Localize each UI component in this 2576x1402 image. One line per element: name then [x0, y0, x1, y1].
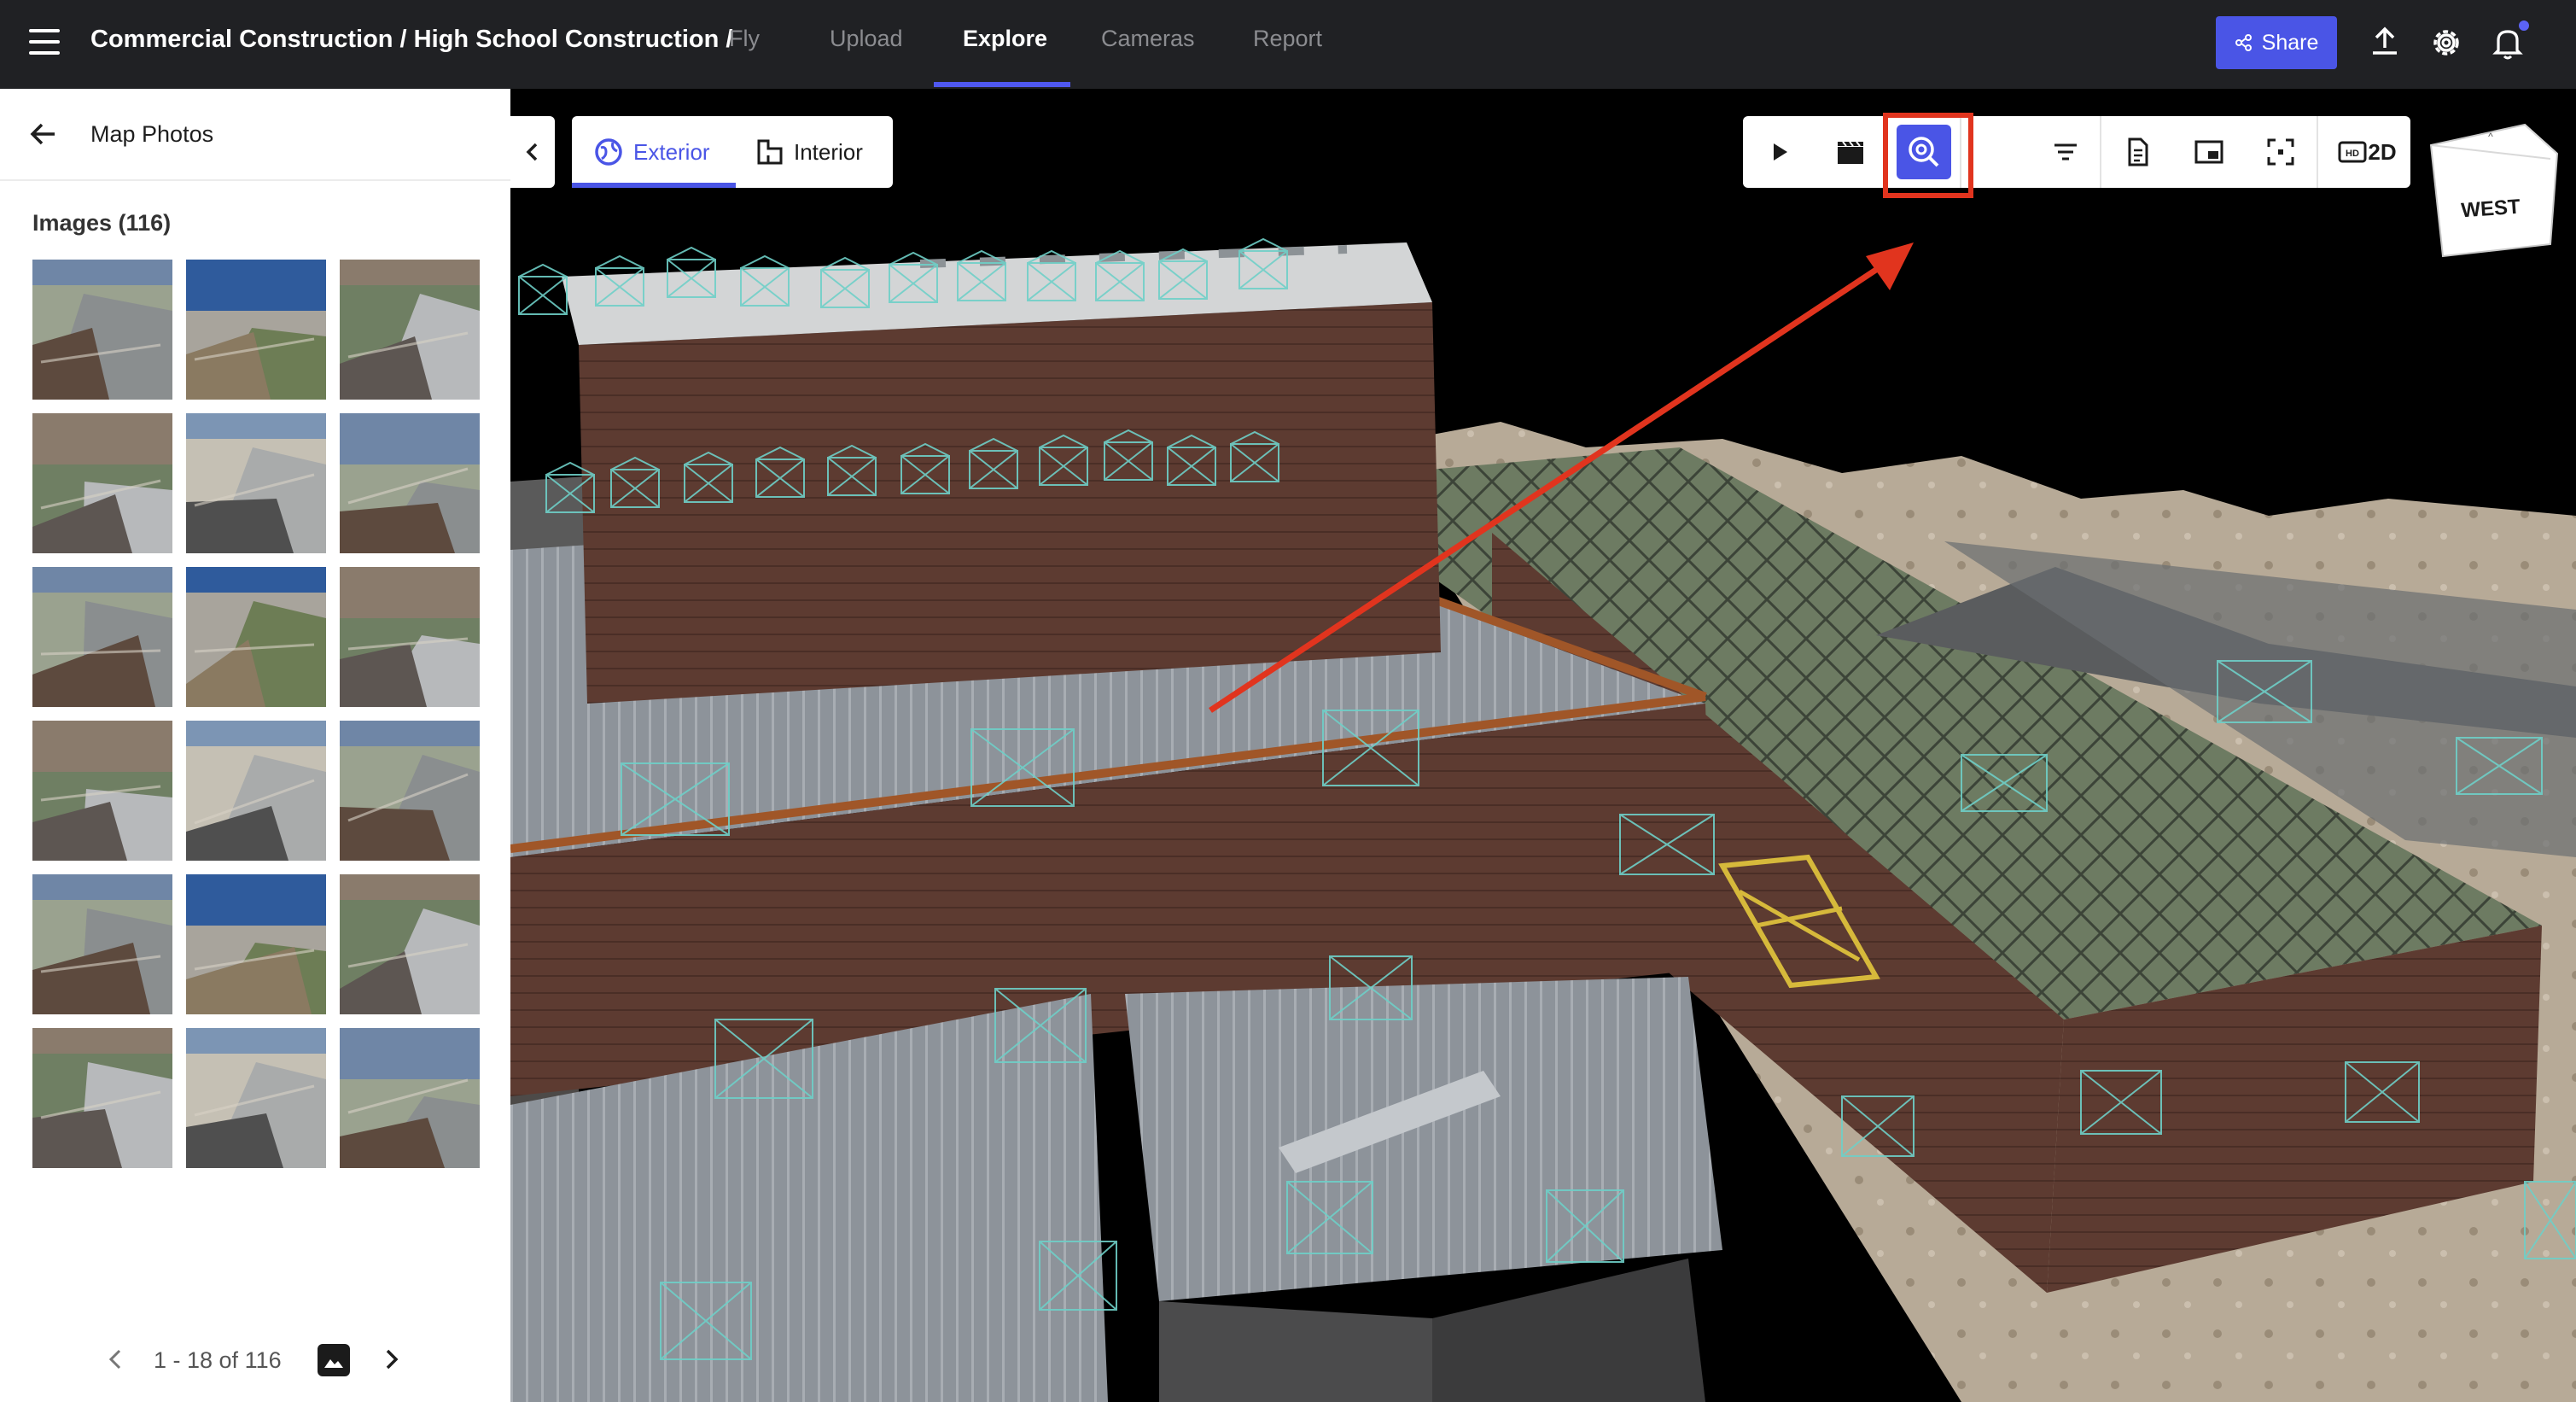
filter-button[interactable] [2030, 116, 2101, 188]
filter-icon [2054, 143, 2077, 161]
photo-thumbnail[interactable] [340, 874, 480, 1014]
site-3d-model[interactable] [510, 89, 2576, 1402]
back-arrow-icon[interactable] [29, 120, 58, 149]
viewer-toolbar: HD 2D [1743, 116, 2410, 188]
photo-thumbnail[interactable] [32, 721, 172, 861]
active-tab-indicator [934, 82, 1070, 87]
photo-thumbnail[interactable] [32, 260, 172, 400]
panel-title: Map Photos [90, 121, 214, 147]
tab-explore[interactable]: Explore [963, 26, 1047, 52]
gear-icon[interactable] [2427, 24, 2465, 61]
tab-upload[interactable]: Upload [830, 26, 903, 52]
menu-icon[interactable] [29, 29, 60, 55]
interior-label: Interior [794, 138, 863, 165]
photo-thumbnail[interactable] [340, 721, 480, 861]
chevron-left-icon[interactable] [102, 1346, 130, 1373]
photo-thumbnail[interactable] [186, 567, 326, 707]
share-button[interactable]: Share [2216, 16, 2337, 69]
chevron-left-icon [526, 143, 538, 161]
2d-button[interactable]: 2D [2354, 116, 2410, 188]
floorplan-icon [757, 139, 783, 165]
photo-thumbnail[interactable] [186, 1028, 326, 1168]
exterior-label: Exterior [633, 138, 710, 165]
play-button[interactable] [1743, 116, 1815, 188]
photo-thumbnail[interactable] [340, 260, 480, 400]
cube-top-marker: ^ [2488, 131, 2493, 143]
photo-thumbnail[interactable] [32, 1028, 172, 1168]
clapperboard-icon [1838, 141, 1863, 164]
report-button[interactable] [2101, 116, 2173, 188]
play-icon [1774, 143, 1787, 161]
photo-thumbnail[interactable] [340, 413, 480, 553]
compass-label: WEST [2461, 196, 2521, 223]
notification-dot [2517, 19, 2531, 32]
pagination: 1 - 18 of 116 [0, 1335, 510, 1387]
3d-viewport[interactable] [510, 89, 2576, 1402]
photo-thumbnail[interactable] [186, 260, 326, 400]
top-bar: Commercial Construction / High School Co… [0, 0, 2576, 89]
view-mode-toggle: Exterior Interior [572, 116, 893, 188]
photo-thumbnail[interactable] [32, 874, 172, 1014]
panel-header: Map Photos [0, 89, 510, 181]
image-view-icon[interactable] [318, 1344, 350, 1376]
share-label: Share [2261, 30, 2319, 55]
orientation-cube[interactable]: WEST ^ [2422, 120, 2559, 265]
collapse-panel-button[interactable] [510, 116, 555, 188]
exterior-active-indicator [572, 183, 736, 188]
photo-thumbnail[interactable] [32, 413, 172, 553]
tab-fly[interactable]: Fly [729, 26, 760, 52]
exterior-button[interactable]: Exterior [572, 116, 736, 188]
tab-cameras[interactable]: Cameras [1101, 26, 1195, 52]
images-count: Images (116) [32, 210, 172, 236]
globe-icon [595, 138, 622, 166]
tab-report[interactable]: Report [1253, 26, 1322, 52]
photo-thumbnail[interactable] [340, 1028, 480, 1168]
upload-icon[interactable] [2366, 24, 2404, 61]
photo-thumbnail[interactable] [32, 567, 172, 707]
annotation-highlight-box [1883, 113, 1973, 198]
fullscreen-icon [2267, 138, 2294, 166]
photo-thumbnail[interactable] [186, 413, 326, 553]
breadcrumb[interactable]: Commercial Construction / High School Co… [90, 26, 732, 54]
share-icon [2235, 34, 2252, 51]
picture-in-picture-icon [2194, 140, 2223, 164]
photo-thumbnail[interactable] [186, 874, 326, 1014]
photo-thumbnail[interactable] [186, 721, 326, 861]
document-icon [2128, 137, 2148, 166]
toolbar-divider [2100, 116, 2101, 188]
toolbar-divider [2317, 116, 2318, 188]
map-photos-panel: Map Photos Images (116) 1 - 18 of 116 [0, 89, 510, 1402]
interior-button[interactable]: Interior [736, 116, 893, 188]
fullscreen-button[interactable] [2245, 116, 2317, 188]
minimap-button[interactable] [2173, 116, 2245, 188]
photo-thumbnail[interactable] [340, 567, 480, 707]
flythrough-button[interactable] [1815, 116, 1886, 188]
chevron-right-icon[interactable] [377, 1346, 405, 1373]
pager-text: 1 - 18 of 116 [154, 1347, 282, 1373]
